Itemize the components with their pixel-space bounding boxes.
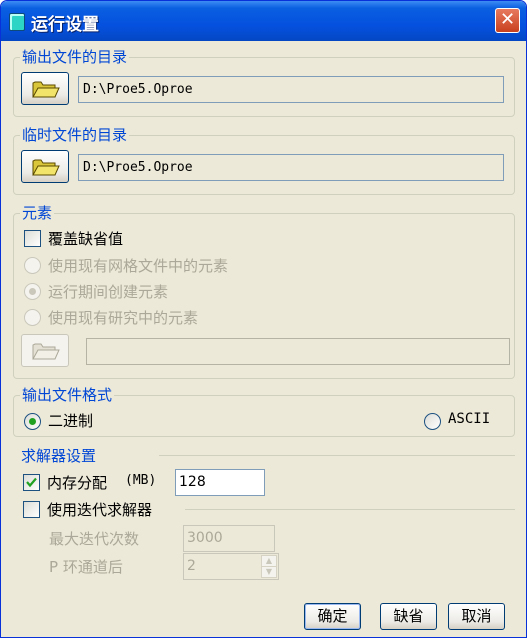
spin-up-icon: ▲ [265, 556, 273, 565]
temp-dir-group: 临时文件的目录 D:\Proe5.Oproe [13, 124, 515, 195]
close-icon: ✕ [499, 9, 516, 30]
ok-button[interactable]: 确定 [304, 603, 361, 630]
radio-binary[interactable] [24, 413, 41, 430]
iterative-solver-checkbox[interactable] [23, 501, 40, 518]
elements-path-field[interactable] [86, 338, 510, 365]
override-defaults-label: 覆盖缺省值 [48, 230, 124, 248]
override-defaults-checkbox[interactable] [24, 230, 41, 247]
solver-legend: 求解器设置 [19, 445, 99, 466]
iterative-divider [185, 509, 515, 510]
memory-allocation-label: 内存分配 [47, 474, 108, 492]
temp-dir-path-field[interactable]: D:\Proe5.Oproe [78, 154, 504, 181]
radio-ascii-label: ASCII [448, 411, 491, 427]
iterative-solver-label: 使用迭代求解器 [47, 501, 153, 519]
elements-browse-button[interactable] [21, 334, 69, 367]
spin-down-button[interactable]: ▼ [261, 566, 277, 578]
solver-divider [159, 455, 515, 456]
spin-down-icon: ▼ [265, 567, 273, 576]
window-title: 运行设置 [31, 15, 99, 35]
radio-create-during-run[interactable] [24, 283, 41, 300]
radio-use-existing-study[interactable] [24, 309, 41, 326]
radio-binary-label: 二进制 [48, 412, 94, 430]
memory-allocation-checkbox[interactable] [23, 474, 40, 491]
output-dir-path-field[interactable]: D:\Proe5.Oproe [78, 76, 504, 103]
elements-legend: 元素 [20, 202, 55, 223]
title-bar[interactable]: 运行设置 ✕ [1, 1, 526, 41]
memory-unit-label: (MB) [125, 473, 157, 488]
close-button[interactable]: ✕ [495, 8, 520, 33]
output-dir-group: 输出文件的目录 D:\Proe5.Oproe [13, 46, 515, 117]
radio-ascii[interactable] [424, 413, 441, 430]
default-button[interactable]: 缺省 [380, 603, 437, 630]
elements-group: 元素 覆盖缺省值 使用现有网格文件中的元素 运行期间创建元素 使用现有研究中的元… [13, 202, 515, 379]
max-iterations-input[interactable]: 3000 [183, 525, 275, 552]
output-format-legend: 输出文件格式 [20, 384, 115, 405]
output-dir-browse-button[interactable] [21, 72, 69, 105]
radio-create-during-run-label: 运行期间创建元素 [48, 283, 169, 301]
temp-dir-legend: 临时文件的目录 [20, 124, 130, 145]
app-icon [9, 13, 25, 31]
output-format-group: 输出文件格式 二进制 ASCII [13, 384, 515, 437]
folder-open-icon [32, 343, 60, 360]
cancel-button[interactable]: 取消 [448, 603, 505, 630]
run-settings-dialog: 运行设置 ✕ 输出文件的目录 D:\Proe5.Oproe 临时文件的目录 D:… [0, 0, 527, 638]
output-dir-legend: 输出文件的目录 [20, 46, 130, 67]
radio-use-existing-mesh-label: 使用现有网格文件中的元素 [48, 257, 229, 275]
folder-open-icon [32, 159, 60, 176]
temp-dir-browse-button[interactable] [21, 150, 69, 183]
max-iterations-label: 最大迭代次数 [49, 530, 140, 548]
checkmark-icon [26, 477, 37, 488]
radio-use-existing-mesh[interactable] [24, 257, 41, 274]
memory-allocation-input[interactable]: 128 [175, 469, 265, 496]
p-loop-label: P 环通道后 [49, 558, 123, 576]
folder-open-icon [32, 81, 60, 98]
solver-group: 求解器设置 内存分配 (MB) 128 使用迭代求解器 最大迭代次数 3000 … [13, 445, 515, 597]
radio-use-existing-study-label: 使用现有研究中的元素 [48, 309, 199, 327]
